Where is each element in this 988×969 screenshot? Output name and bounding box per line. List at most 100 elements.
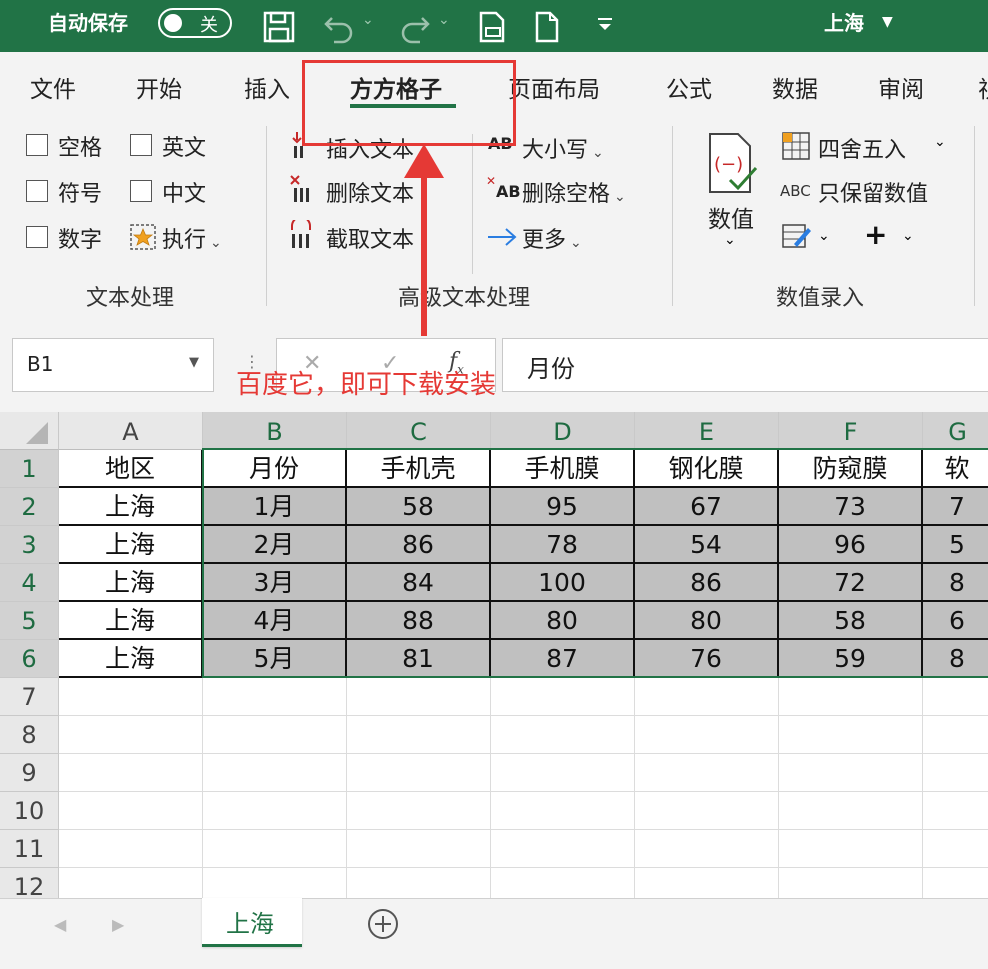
cell-e11[interactable] xyxy=(635,830,779,868)
tab-page-layout[interactable]: 页面布局 xyxy=(508,70,600,104)
cell-e10[interactable] xyxy=(635,792,779,830)
number-button[interactable]: 数值 xyxy=(708,200,754,234)
cell-e7[interactable] xyxy=(635,678,779,716)
cell-a12[interactable] xyxy=(59,868,203,898)
tab-formulas[interactable]: 公式 xyxy=(666,70,712,104)
cell-b9[interactable] xyxy=(203,754,347,792)
cell-b12[interactable] xyxy=(203,868,347,898)
row-header-10[interactable]: 10 xyxy=(0,792,59,830)
cell-f10[interactable] xyxy=(779,792,923,830)
tab-file[interactable]: 文件 xyxy=(30,70,76,104)
case-button[interactable]: 大小写 ⌄ xyxy=(522,132,604,164)
cell-g11[interactable] xyxy=(923,830,988,868)
cell-a2[interactable]: 上海 xyxy=(59,488,203,526)
plus-icon[interactable]: + xyxy=(864,218,887,251)
column-header-d[interactable]: D xyxy=(491,412,635,450)
keep-number-button[interactable]: 只保留数值 xyxy=(818,176,928,208)
row-header-4[interactable]: 4 xyxy=(0,564,59,602)
column-header-g[interactable]: G xyxy=(923,412,988,450)
cell-g9[interactable] xyxy=(923,754,988,792)
cell-e8[interactable] xyxy=(635,716,779,754)
cell-f9[interactable] xyxy=(779,754,923,792)
scroll-left-icon[interactable]: ◀ xyxy=(54,915,66,934)
cell-d12[interactable] xyxy=(491,868,635,898)
cell-b11[interactable] xyxy=(203,830,347,868)
row-header-7[interactable]: 7 xyxy=(0,678,59,716)
cell-f7[interactable] xyxy=(779,678,923,716)
cell-a3[interactable]: 上海 xyxy=(59,526,203,564)
number-dropdown-icon[interactable]: ⌄ xyxy=(724,232,736,248)
location-dropdown-icon[interactable]: ▼ xyxy=(882,14,893,30)
tab-data[interactable]: 数据 xyxy=(772,70,818,104)
redo-icon[interactable] xyxy=(396,10,432,44)
add-sheet-icon[interactable] xyxy=(366,907,400,941)
cell-d9[interactable] xyxy=(491,754,635,792)
print-preview-icon[interactable] xyxy=(476,10,508,44)
edit-icon[interactable] xyxy=(780,220,812,252)
column-header-c[interactable]: C xyxy=(347,412,491,450)
row-header-5[interactable]: 5 xyxy=(0,602,59,640)
sheet-tab-shanghai[interactable]: 上海 xyxy=(202,898,302,947)
scroll-right-icon[interactable]: ▶ xyxy=(112,915,124,934)
autosave-toggle[interactable]: 关 xyxy=(158,8,232,38)
delete-space-button[interactable]: 删除空格 ⌄ xyxy=(522,176,626,208)
cell-f12[interactable] xyxy=(779,868,923,898)
row-header-8[interactable]: 8 xyxy=(0,716,59,754)
cell-a6[interactable]: 上海 xyxy=(59,640,203,678)
cell-d10[interactable] xyxy=(491,792,635,830)
checkbox-symbol[interactable] xyxy=(26,180,48,202)
cell-a5[interactable]: 上海 xyxy=(59,602,203,640)
cell-b8[interactable] xyxy=(203,716,347,754)
checkbox-space[interactable] xyxy=(26,134,48,156)
cell-g10[interactable] xyxy=(923,792,988,830)
cell-f11[interactable] xyxy=(779,830,923,868)
edit-dropdown-icon[interactable]: ⌄ xyxy=(818,228,830,244)
execute-button[interactable]: 执行 ⌄ xyxy=(162,222,222,254)
row-header-3[interactable]: 3 xyxy=(0,526,59,564)
cell-f8[interactable] xyxy=(779,716,923,754)
tab-home[interactable]: 开始 xyxy=(136,70,182,104)
checkbox-english[interactable] xyxy=(130,134,152,156)
cell-b10[interactable] xyxy=(203,792,347,830)
name-box[interactable]: B1 ▼ xyxy=(12,338,214,392)
location-label[interactable]: 上海 xyxy=(824,11,864,35)
cell-d8[interactable] xyxy=(491,716,635,754)
row-header-1[interactable]: 1 xyxy=(0,450,59,488)
cell-c10[interactable] xyxy=(347,792,491,830)
tab-insert[interactable]: 插入 xyxy=(244,70,290,104)
cell-g7[interactable] xyxy=(923,678,988,716)
cell-a7[interactable] xyxy=(59,678,203,716)
cell-e12[interactable] xyxy=(635,868,779,898)
redo-dropdown-icon[interactable]: ⌄ xyxy=(438,12,450,28)
row-header-9[interactable]: 9 xyxy=(0,754,59,792)
cell-c11[interactable] xyxy=(347,830,491,868)
execute-icon[interactable] xyxy=(128,222,158,252)
round-dropdown-icon[interactable]: ⌄ xyxy=(934,134,946,150)
undo-dropdown-icon[interactable]: ⌄ xyxy=(362,12,374,28)
cell-b7[interactable] xyxy=(203,678,347,716)
checkbox-chinese[interactable] xyxy=(130,180,152,202)
cell-g8[interactable] xyxy=(923,716,988,754)
cell-g12[interactable] xyxy=(923,868,988,898)
column-header-e[interactable]: E xyxy=(635,412,779,450)
cell-a10[interactable] xyxy=(59,792,203,830)
checkbox-number[interactable] xyxy=(26,226,48,248)
row-header-12[interactable]: 12 xyxy=(0,868,59,898)
save-icon[interactable] xyxy=(262,10,296,44)
cell-a4[interactable]: 上海 xyxy=(59,564,203,602)
cell-d11[interactable] xyxy=(491,830,635,868)
more-button[interactable]: 更多 ⌄ xyxy=(522,222,582,254)
select-all-corner[interactable] xyxy=(0,412,59,450)
row-header-11[interactable]: 11 xyxy=(0,830,59,868)
column-header-b[interactable]: B xyxy=(203,412,347,450)
cell-a1[interactable]: 地区 xyxy=(59,450,203,488)
name-box-dropdown-icon[interactable]: ▼ xyxy=(189,355,199,370)
cell-a11[interactable] xyxy=(59,830,203,868)
round-button[interactable]: 四舍五入 xyxy=(818,132,906,164)
cell-c12[interactable] xyxy=(347,868,491,898)
column-header-f[interactable]: F xyxy=(779,412,923,450)
new-document-icon[interactable] xyxy=(532,10,562,44)
column-header-a[interactable]: A xyxy=(59,412,203,450)
cell-a8[interactable] xyxy=(59,716,203,754)
cell-c9[interactable] xyxy=(347,754,491,792)
